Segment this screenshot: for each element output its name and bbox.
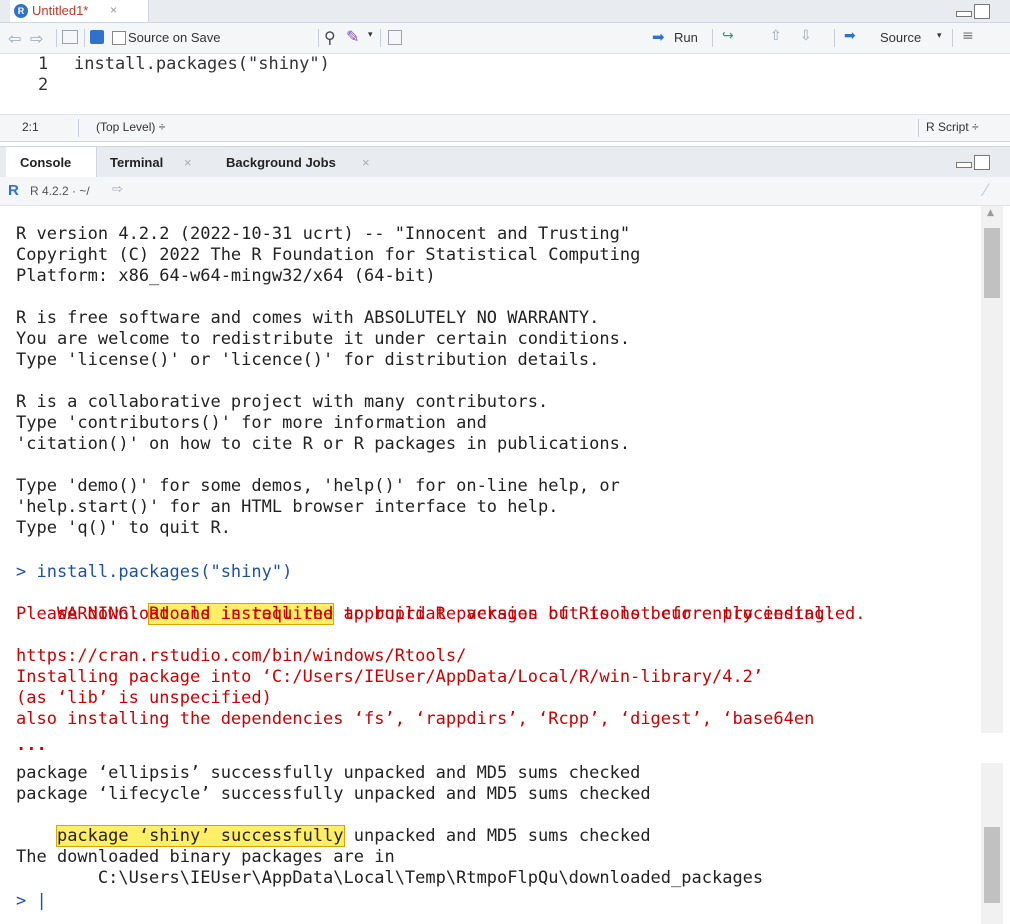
close-icon[interactable]: × [362,155,370,170]
chevron-down-icon[interactable]: ▾ [368,30,373,40]
startup-line: Type 'contributors()' for more informati… [16,413,487,433]
output-truncation-gap: ... [0,733,1010,763]
line-number: 2 [38,75,49,95]
go-up-icon[interactable]: ⇧ [770,28,782,44]
startup-line: Type 'license()' or 'licence()' for dist… [16,350,600,370]
back-arrow-icon[interactable]: ⇦ [8,29,21,48]
install-line: Installing package into ‘C:/Users/IEUser… [16,667,764,687]
install-line: also installing the dependencies ‘fs’, ‘… [16,709,815,729]
console-output-tail[interactable]: package ‘ellipsis’ successfully unpacked… [0,763,980,924]
maximize-icon[interactable] [974,4,990,19]
source-button[interactable]: Source [880,30,921,45]
forward-arrow-icon[interactable]: ⇨ [30,29,43,48]
tab-background-jobs[interactable]: Background Jobs × [212,147,392,177]
maximize-icon[interactable] [974,155,990,170]
startup-line: R is a collaborative project with many c… [16,392,549,412]
go-to-directory-icon[interactable]: ⇨ [112,182,123,197]
source-arrow-icon[interactable]: ➡ [844,28,856,44]
clear-console-broom-icon[interactable]: ⁄ [984,181,987,201]
startup-line: R is free software and comes with ABSOLU… [16,308,600,328]
rerun-icon[interactable]: ↪ [722,28,734,44]
install-line: https://cran.rstudio.com/bin/windows/Rto… [16,646,467,666]
console-prompt[interactable]: > | [16,891,47,912]
install-line: (as ‘lib’ is unspecified) [16,688,272,708]
download-path: C:\Users\IEUser\AppData\Local\Temp\Rtmpo… [16,868,764,888]
search-icon[interactable]: ⚲ [324,28,336,47]
source-on-save-label[interactable]: Source on Save [128,30,221,45]
startup-line: 'citation()' on how to cite R or R packa… [16,434,631,454]
code-editor[interactable]: 1 install.packages("shiny") 2 [0,54,1010,112]
source-on-save-checkbox[interactable] [112,31,126,45]
compile-report-icon[interactable] [388,30,402,45]
close-icon[interactable]: × [184,155,192,170]
r-logo-icon: R [8,182,19,199]
startup-line: Type 'q()' to quit R. [16,518,231,538]
run-button[interactable]: Run [674,30,698,45]
tab-title: Untitled1* [32,3,89,18]
minimize-icon[interactable] [956,11,972,17]
minimize-icon[interactable] [956,162,972,168]
cursor-position: 2:1 [22,120,39,134]
go-down-icon[interactable]: ⇩ [800,28,812,44]
file-type-selector[interactable]: R Script ÷ [926,120,979,134]
r-file-icon: R [14,4,28,18]
startup-line: Type 'demo()' for some demos, 'help()' f… [16,476,620,496]
editor-tabbar: R Untitled1* × [0,0,1010,23]
scroll-up-icon[interactable]: ▲ [987,208,994,218]
startup-line [16,371,640,392]
close-icon[interactable]: × [110,3,117,17]
editor-toolbar: ⇦ ⇨ Source on Save ⚲ ✎ ▾ ➡ Run ↪ ⇧ ⇩ ➡ S… [0,23,1010,54]
code-line[interactable]: install.packages("shiny") [74,54,330,75]
console-command: > install.packages("shiny") [16,562,293,582]
scope-selector[interactable]: (Top Level) ÷ [96,120,165,134]
startup-line: R version 4.2.2 (2022-10-31 ucrt) -- "In… [16,224,631,244]
warning-line-2: Please download and install the appropri… [16,604,835,624]
line-number: 1 [38,54,49,74]
code-tools-wand-icon[interactable]: ✎ [346,27,359,46]
startup-message: R version 4.2.2 (2022-10-31 ucrt) -- "In… [16,224,640,539]
save-icon[interactable] [90,30,104,44]
tab-terminal[interactable]: Terminal × [98,147,208,177]
run-arrow-icon[interactable]: ➡ [652,28,665,46]
outline-icon[interactable]: ≡ [962,28,974,44]
console-tabbar: Console Terminal × Background Jobs × [0,146,1010,178]
package-line: package ‘ellipsis’ successfully unpacked… [16,763,641,783]
scrollbar-thumb[interactable] [984,228,1000,298]
startup-line: Platform: x86_64-w64-mingw32/x64 (64-bit… [16,266,436,286]
tab-untitled1[interactable]: R Untitled1* × [10,0,149,22]
scrollbar-bottom[interactable] [981,763,1003,924]
show-in-window-icon[interactable] [62,30,78,44]
r-version-path: R 4.2.2 · ~/ [30,184,90,198]
editor-statusbar: 2:1 (Top Level) ÷ R Script ÷ [0,114,1010,142]
startup-line: Copyright (C) 2022 The R Foundation for … [16,245,641,265]
scrollbar-top[interactable]: ▲ [981,206,1003,733]
ellipsis: ... [16,735,47,755]
highlight-shiny: package ‘shiny’ successfully [55,825,345,847]
download-line: The downloaded binary packages are in [16,847,395,867]
startup-line [16,455,640,476]
tab-console[interactable]: Console [6,147,97,177]
startup-line [16,287,640,308]
console-header: R R 4.2.2 · ~/ ⇨ ⁄ [0,177,1010,206]
package-line: package ‘lifecycle’ successfully unpacke… [16,784,651,804]
scrollbar-thumb[interactable] [984,827,1000,903]
startup-line: 'help.start()' for an HTML browser inter… [16,497,559,517]
source-dropdown-icon[interactable]: ▾ [937,31,942,41]
startup-line: You are welcome to redistribute it under… [16,329,631,349]
